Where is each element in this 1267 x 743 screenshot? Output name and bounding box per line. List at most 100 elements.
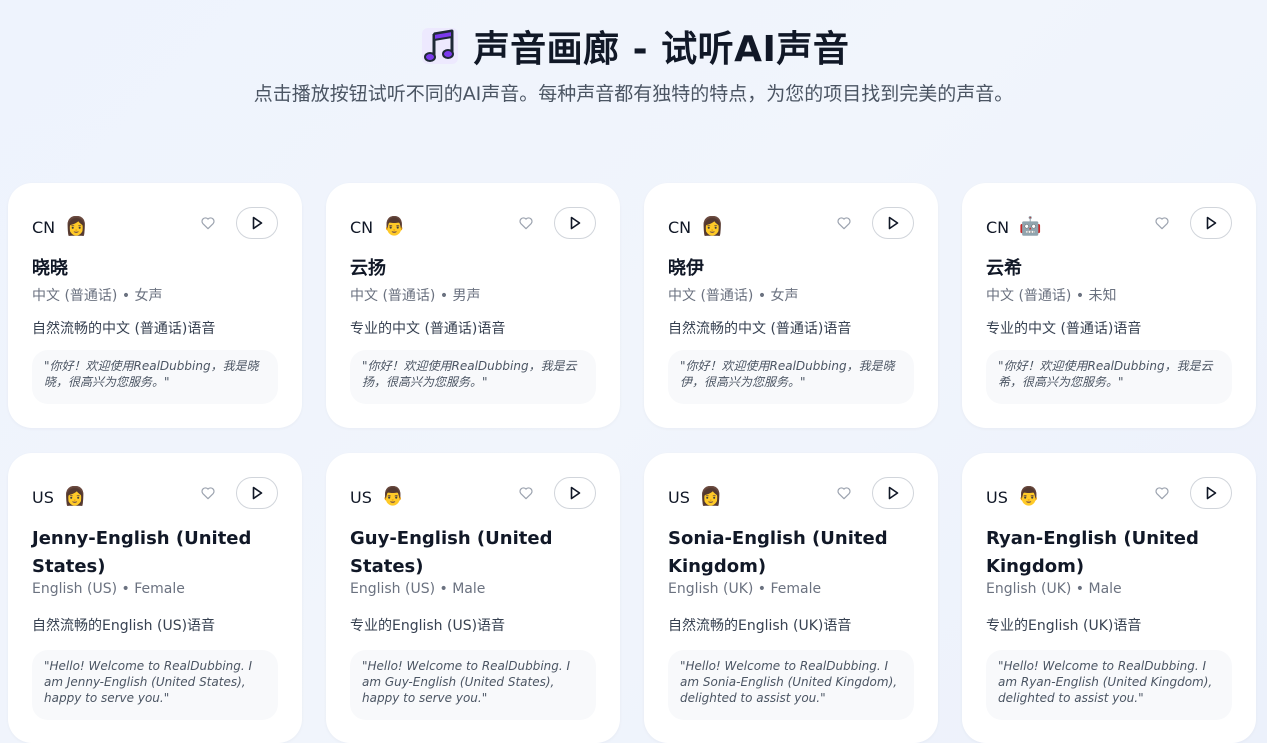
heart-icon[interactable] bbox=[200, 485, 216, 501]
region-label: CN 👨 bbox=[350, 216, 406, 238]
woman-avatar-icon: 👩 bbox=[65, 216, 88, 237]
heart-icon[interactable] bbox=[836, 485, 852, 501]
voice-name: 晓晓 bbox=[32, 258, 68, 279]
region-code: CN bbox=[32, 217, 56, 237]
play-icon bbox=[1206, 486, 1217, 500]
voice-card: US 👩 Jenny-English (United States) Engli… bbox=[8, 453, 302, 743]
region-code: CN bbox=[668, 217, 692, 237]
voice-sample-text: "你好！欢迎使用RealDubbing，我是云扬，很高兴为您服务。" bbox=[350, 350, 596, 404]
woman-avatar-icon: 👩 bbox=[701, 216, 724, 237]
voice-card-header: US 👨 bbox=[986, 477, 1232, 511]
region-code: US bbox=[32, 487, 54, 507]
voice-description: 自然流畅的中文 (普通话)语音 bbox=[32, 321, 216, 337]
voice-card: CN 👨 云扬 中文 (普通话) • 男声 专业的中文 (普通话)语音 "你好！… bbox=[326, 183, 620, 428]
voice-meta: English (US) • Female bbox=[32, 581, 185, 597]
voice-sample-text: "你好！欢迎使用RealDubbing，我是云希，很高兴为您服务。" bbox=[986, 350, 1232, 404]
voice-card: US 👩 Sonia-English (United Kingdom) Engl… bbox=[644, 453, 938, 743]
play-icon bbox=[888, 486, 899, 500]
woman-avatar-icon: 👩 bbox=[699, 486, 723, 507]
voice-name: Guy-English (United States) bbox=[350, 528, 553, 577]
voice-description: 专业的English (US)语音 bbox=[350, 618, 506, 634]
play-icon bbox=[1206, 216, 1217, 230]
heart-icon[interactable] bbox=[518, 485, 534, 501]
region-label: US 👨 bbox=[350, 486, 404, 508]
voice-name: 云扬 bbox=[350, 258, 386, 279]
page-title-row: 声音画廊 - 试听AI声音 bbox=[0, 20, 1267, 72]
voice-meta: 中文 (普通话) • 女声 bbox=[32, 288, 163, 304]
voice-sample-text: "你好！欢迎使用RealDubbing，我是晓晓，很高兴为您服务。" bbox=[32, 350, 278, 404]
heart-icon[interactable] bbox=[1154, 215, 1170, 231]
play-icon bbox=[252, 216, 263, 230]
page-subtitle: 点击播放按钮试听不同的AI声音。每种声音都有独特的特点，为您的项目找到完美的声音… bbox=[253, 83, 1014, 105]
man-avatar-icon: 👨 bbox=[1017, 486, 1041, 507]
voice-meta: 中文 (普通话) • 女声 bbox=[668, 288, 799, 304]
region-code: US bbox=[668, 487, 690, 507]
voice-card-header: US 👩 bbox=[668, 477, 914, 511]
heart-icon[interactable] bbox=[200, 215, 216, 231]
voice-name: Ryan-English (United Kingdom) bbox=[986, 528, 1199, 577]
voice-description: 专业的中文 (普通话)语音 bbox=[986, 321, 1142, 337]
woman-avatar-icon: 👩 bbox=[63, 486, 87, 507]
heart-icon[interactable] bbox=[1154, 485, 1170, 501]
voice-description: 自然流畅的English (US)语音 bbox=[32, 618, 216, 634]
voice-card-header: US 👩 bbox=[32, 477, 278, 511]
voice-name: Sonia-English (United Kingdom) bbox=[668, 528, 888, 577]
voice-meta: English (UK) • Female bbox=[668, 581, 822, 597]
heart-icon[interactable] bbox=[836, 215, 852, 231]
voice-meta: 中文 (普通话) • 男声 bbox=[350, 288, 481, 304]
play-button[interactable] bbox=[554, 477, 596, 509]
voice-card-header: CN 👩 bbox=[32, 207, 278, 241]
voice-card-header: US 👨 bbox=[350, 477, 596, 511]
voice-sample-text: "Hello! Welcome to RealDubbing. I am Rya… bbox=[986, 650, 1232, 720]
play-icon bbox=[252, 486, 263, 500]
voice-name: Jenny-English (United States) bbox=[32, 528, 252, 577]
play-button[interactable] bbox=[872, 477, 914, 509]
voice-card: CN 🤖 云希 中文 (普通话) • 未知 专业的中文 (普通话)语音 "你好！… bbox=[962, 183, 1256, 428]
play-button[interactable] bbox=[236, 477, 278, 509]
region-code: US bbox=[986, 487, 1008, 507]
voice-meta: English (UK) • Male bbox=[986, 581, 1122, 597]
page-title: 声音画廊 - 试听AI声音 bbox=[473, 29, 850, 70]
voice-sample-text: "Hello! Welcome to RealDubbing. I am Guy… bbox=[350, 650, 596, 720]
man-avatar-icon: 👨 bbox=[383, 216, 406, 237]
region-label: CN 👩 bbox=[32, 216, 88, 238]
play-button[interactable] bbox=[1190, 207, 1232, 239]
voice-description: 专业的English (UK)语音 bbox=[986, 618, 1142, 634]
voice-sample-text: "Hello! Welcome to RealDubbing. I am Son… bbox=[668, 650, 914, 720]
play-icon bbox=[570, 486, 581, 500]
play-button[interactable] bbox=[554, 207, 596, 239]
voice-name: 云希 bbox=[986, 258, 1022, 279]
voice-card-header: CN 👩 bbox=[668, 207, 914, 241]
voice-card: US 👨 Ryan-English (United Kingdom) Engli… bbox=[962, 453, 1256, 743]
region-label: CN 🤖 bbox=[986, 216, 1042, 238]
play-button[interactable] bbox=[236, 207, 278, 239]
voice-name: 晓伊 bbox=[668, 258, 704, 279]
voice-card: US 👨 Guy-English (United States) English… bbox=[326, 453, 620, 743]
heart-icon[interactable] bbox=[518, 215, 534, 231]
music-note-icon bbox=[418, 24, 462, 68]
play-button[interactable] bbox=[1190, 477, 1232, 509]
robot-avatar-icon: 🤖 bbox=[1019, 216, 1042, 237]
voice-meta: English (US) • Male bbox=[350, 581, 486, 597]
voice-meta: 中文 (普通话) • 未知 bbox=[986, 288, 1117, 304]
voice-card-header: CN 👨 bbox=[350, 207, 596, 241]
voice-sample-text: "你好！欢迎使用RealDubbing，我是晓伊，很高兴为您服务。" bbox=[668, 350, 914, 404]
play-button[interactable] bbox=[872, 207, 914, 239]
region-label: US 👩 bbox=[668, 486, 722, 508]
region-label: US 👩 bbox=[32, 486, 86, 508]
voice-card: CN 👩 晓晓 中文 (普通话) • 女声 自然流畅的中文 (普通话)语音 "你… bbox=[8, 183, 302, 428]
voice-card: CN 👩 晓伊 中文 (普通话) • 女声 自然流畅的中文 (普通话)语音 "你… bbox=[644, 183, 938, 428]
voice-description: 专业的中文 (普通话)语音 bbox=[350, 321, 506, 337]
region-label: CN 👩 bbox=[668, 216, 724, 238]
voice-description: 自然流畅的中文 (普通话)语音 bbox=[668, 321, 852, 337]
play-icon bbox=[570, 216, 581, 230]
region-label: US 👨 bbox=[986, 486, 1040, 508]
voice-description: 自然流畅的English (UK)语音 bbox=[668, 618, 852, 634]
voice-sample-text: "Hello! Welcome to RealDubbing. I am Jen… bbox=[32, 650, 278, 720]
region-code: CN bbox=[986, 217, 1010, 237]
region-code: US bbox=[350, 487, 372, 507]
voice-card-header: CN 🤖 bbox=[986, 207, 1232, 241]
man-avatar-icon: 👨 bbox=[381, 486, 405, 507]
play-icon bbox=[888, 216, 899, 230]
region-code: CN bbox=[350, 217, 374, 237]
